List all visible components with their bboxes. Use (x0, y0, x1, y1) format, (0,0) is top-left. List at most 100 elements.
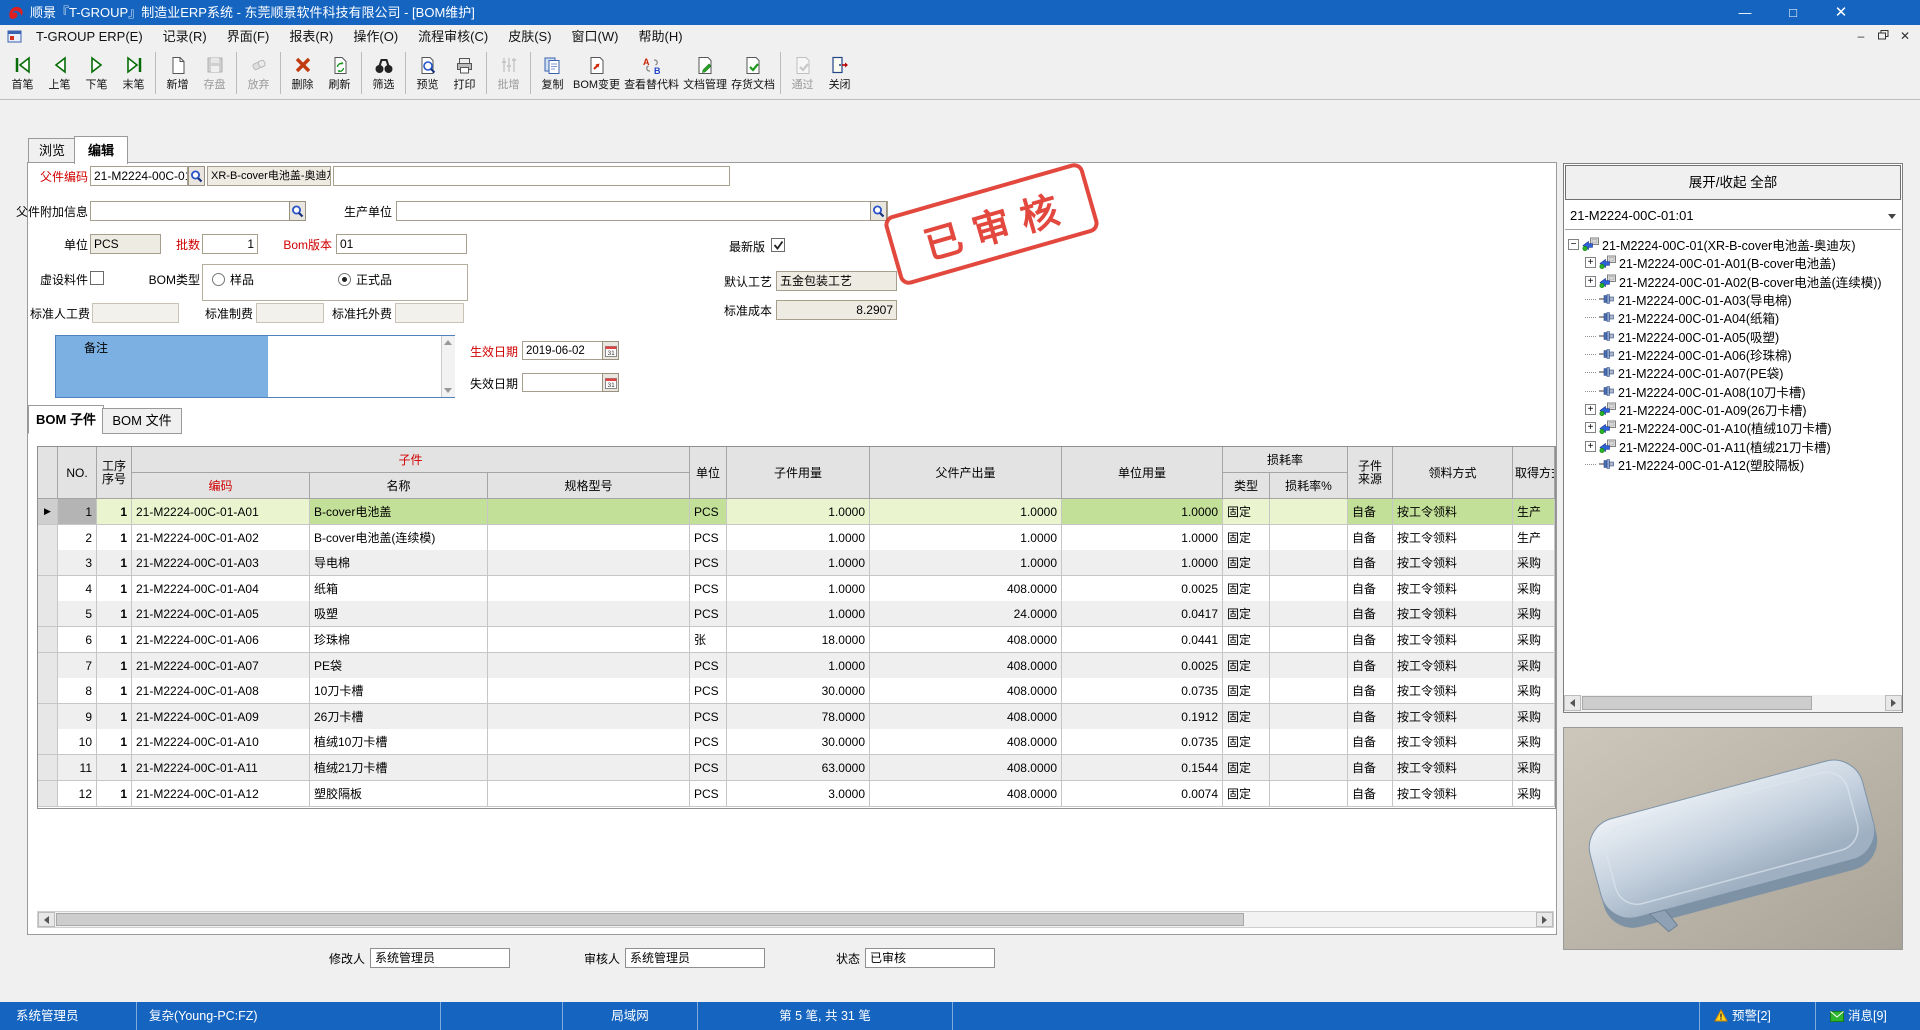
grid-horizontal-scrollbar[interactable] (37, 911, 1554, 928)
cell-loss_rate[interactable] (1270, 499, 1348, 525)
cell-spec[interactable] (488, 550, 690, 576)
tree-item[interactable]: 21-M2224-00C-01-A08(10刀卡槽) (1565, 382, 1901, 400)
cell-qty[interactable]: 18.0000 (727, 627, 870, 653)
cell-parent_out[interactable]: 408.0000 (870, 729, 1062, 755)
cell-parent_out[interactable]: 408.0000 (870, 678, 1062, 704)
cell-code[interactable]: 21-M2224-00C-01-A04 (132, 576, 310, 602)
cell-picking[interactable]: 按工令领料 (1393, 653, 1513, 679)
header-col-unit[interactable]: 单位 (690, 447, 727, 499)
cell-source[interactable]: 自备 (1348, 550, 1393, 576)
cell-parent_out[interactable]: 408.0000 (870, 704, 1062, 730)
tree-item[interactable]: +21-M2224-00C-01-A11(植绒21刀卡槽) (1565, 437, 1901, 455)
cell-qty[interactable]: 3.0000 (727, 781, 870, 807)
cell-acquire[interactable]: 采购 (1513, 601, 1555, 627)
cell-no[interactable]: 6 (58, 627, 97, 653)
cell-code[interactable]: 21-M2224-00C-01-A02 (132, 525, 310, 551)
print-button[interactable]: 打印 (446, 50, 483, 92)
bom-version-field[interactable]: 01 (336, 234, 467, 254)
cell-no[interactable]: 4 (58, 576, 97, 602)
tree-item[interactable]: +21-M2224-00C-01-A02(B-cover电池盖(连续模)) (1565, 272, 1901, 290)
tree-scroll-left-icon[interactable] (1564, 695, 1581, 711)
row-indicator[interactable] (38, 653, 58, 679)
header-col-qty[interactable]: 子件用量 (727, 447, 870, 499)
tree-item[interactable]: 21-M2224-00C-01-A12(塑胶隔板) (1565, 455, 1901, 473)
parent-code-field[interactable]: 21-M2224-00C-01 (90, 166, 188, 186)
cell-parent_out[interactable]: 408.0000 (870, 576, 1062, 602)
stock-doc-button[interactable]: 存货文档 (729, 50, 777, 92)
header-col-name[interactable]: 名称 (310, 473, 488, 499)
cell-loss_type[interactable]: 固定 (1223, 525, 1270, 551)
cell-no[interactable]: 9 (58, 704, 97, 730)
tree-item[interactable]: 21-M2224-00C-01-A06(珍珠棉) (1565, 345, 1901, 363)
cell-unit[interactable]: PCS (690, 704, 727, 730)
last-record-button[interactable]: 末笔 (115, 50, 152, 92)
header-col-source[interactable]: 子件 来源 (1348, 447, 1393, 499)
cell-qty[interactable]: 1.0000 (727, 601, 870, 627)
cell-picking[interactable]: 按工令领料 (1393, 601, 1513, 627)
menu-item[interactable]: 报表(R) (279, 25, 343, 48)
cell-no[interactable]: 7 (58, 653, 97, 679)
cell-unit[interactable]: 张 (690, 627, 727, 653)
cell-seq[interactable]: 1 (97, 499, 132, 525)
cell-loss_type[interactable]: 固定 (1223, 627, 1270, 653)
row-indicator[interactable] (38, 576, 58, 602)
cell-source[interactable]: 自备 (1348, 653, 1393, 679)
delete-button[interactable]: 删除 (284, 50, 321, 92)
cell-qty[interactable]: 78.0000 (727, 704, 870, 730)
cell-name[interactable]: 导电棉 (310, 550, 488, 576)
tree-item[interactable]: 21-M2224-00C-01-A03(导电棉) (1565, 290, 1901, 308)
prod-unit-lookup-button[interactable] (870, 201, 887, 221)
cell-qty[interactable]: 1.0000 (727, 499, 870, 525)
header-col-acquire[interactable]: 取得方式 (1513, 447, 1555, 499)
remark-textarea[interactable] (268, 336, 441, 397)
cell-picking[interactable]: 按工令领料 (1393, 729, 1513, 755)
cell-code[interactable]: 21-M2224-00C-01-A01 (132, 499, 310, 525)
latest-version-checkbox[interactable] (771, 238, 785, 252)
cell-spec[interactable] (488, 499, 690, 525)
cell-picking[interactable]: 按工令领料 (1393, 781, 1513, 807)
cell-picking[interactable]: 按工令领料 (1393, 576, 1513, 602)
filter-button[interactable]: 筛选 (365, 50, 402, 92)
cell-name[interactable]: 吸塑 (310, 601, 488, 627)
cell-spec[interactable] (488, 627, 690, 653)
cell-parent_out[interactable]: 408.0000 (870, 627, 1062, 653)
tab-edit[interactable]: 编辑 (74, 136, 128, 164)
cell-seq[interactable]: 1 (97, 550, 132, 576)
parent-code-lookup-button[interactable] (188, 166, 205, 186)
cell-loss_rate[interactable] (1270, 627, 1348, 653)
scrollbar-thumb[interactable] (56, 913, 1244, 926)
parent-addinfo-lookup-button[interactable] (289, 201, 306, 221)
cell-seq[interactable]: 1 (97, 755, 132, 781)
cell-loss_type[interactable]: 固定 (1223, 601, 1270, 627)
menu-item[interactable]: T-GROUP ERP(E) (26, 25, 153, 48)
menu-item[interactable]: 流程审核(C) (408, 25, 498, 48)
cell-unit[interactable]: PCS (690, 499, 727, 525)
cell-code[interactable]: 21-M2224-00C-01-A07 (132, 653, 310, 679)
cell-qty[interactable]: 1.0000 (727, 550, 870, 576)
mdi-minimize-icon[interactable]: – (1850, 27, 1872, 46)
tree-item[interactable]: −21-M2224-00C-01(XR-B-cover电池盖-奥迪灰) (1565, 235, 1901, 253)
menu-item[interactable]: 帮助(H) (628, 25, 692, 48)
cell-code[interactable]: 21-M2224-00C-01-A06 (132, 627, 310, 653)
cell-unit_usage[interactable]: 1.0000 (1062, 499, 1223, 525)
cell-unit_usage[interactable]: 1.0000 (1062, 525, 1223, 551)
cell-code[interactable]: 21-M2224-00C-01-A05 (132, 601, 310, 627)
doc-manage-button[interactable]: 文档管理 (681, 50, 729, 92)
cell-spec[interactable] (488, 678, 690, 704)
batch-field[interactable]: 1 (202, 234, 258, 254)
cell-name[interactable]: 塑胶隔板 (310, 781, 488, 807)
cell-qty[interactable]: 30.0000 (727, 729, 870, 755)
cell-loss_rate[interactable] (1270, 525, 1348, 551)
cell-source[interactable]: 自备 (1348, 729, 1393, 755)
header-col-loss-rate[interactable]: 损耗率% (1270, 473, 1348, 499)
cell-no[interactable]: 10 (58, 729, 97, 755)
cell-spec[interactable] (488, 729, 690, 755)
cell-spec[interactable] (488, 704, 690, 730)
tree-item[interactable]: +21-M2224-00C-01-A10(植绒10刀卡槽) (1565, 418, 1901, 436)
tree-item[interactable]: +21-M2224-00C-01-A09(26刀卡槽) (1565, 400, 1901, 418)
cell-picking[interactable]: 按工令领料 (1393, 499, 1513, 525)
cell-seq[interactable]: 1 (97, 729, 132, 755)
header-col-unit-usage[interactable]: 单位用量 (1062, 447, 1223, 499)
cell-no[interactable]: 1 (58, 499, 97, 525)
cell-spec[interactable] (488, 525, 690, 551)
